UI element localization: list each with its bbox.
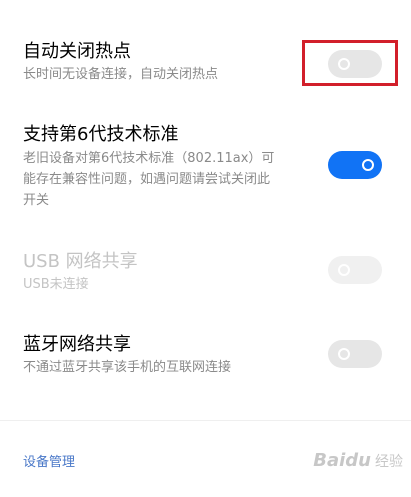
- toggle-knob: [338, 348, 350, 360]
- device-management-link[interactable]: 设备管理: [23, 454, 75, 472]
- watermark-sub: 经验: [375, 453, 403, 470]
- section-divider: [0, 420, 411, 421]
- setting-subtitle: USB未连接: [23, 277, 89, 292]
- setting-subtitle-line: 能存在兼容性问题，如遇问题请尝试关闭此: [23, 172, 271, 187]
- setting-subtitle: 长时间无设备连接，自动关闭热点: [23, 67, 219, 82]
- setting-subtitle-line: 老旧设备对第6代技术标准（802.11ax）可: [23, 151, 275, 166]
- setting-title: 支持第6代技术标准: [23, 124, 179, 145]
- highlight-annotation-box: [302, 40, 398, 86]
- setting-subtitle-line: 开关: [23, 193, 50, 208]
- wifi6-support-toggle[interactable]: [328, 151, 382, 179]
- bluetooth-tethering-toggle[interactable]: [328, 340, 382, 368]
- watermark-text: Baidu: [313, 450, 371, 471]
- usb-tethering-toggle: [328, 256, 382, 284]
- setting-subtitle: 不通过蓝牙共享该手机的互联网连接: [23, 360, 232, 375]
- toggle-knob: [362, 159, 374, 171]
- setting-title: 自动关闭热点: [23, 41, 131, 62]
- toggle-knob: [338, 264, 350, 276]
- baidu-watermark: Baidu 经验: [313, 450, 403, 471]
- setting-title: 蓝牙网络共享: [23, 334, 131, 355]
- setting-title: USB 网络共享: [23, 251, 138, 272]
- setting-subtitle: 老旧设备对第6代技术标准（802.11ax）可 能存在兼容性问题，如遇问题请尝试…: [23, 148, 323, 211]
